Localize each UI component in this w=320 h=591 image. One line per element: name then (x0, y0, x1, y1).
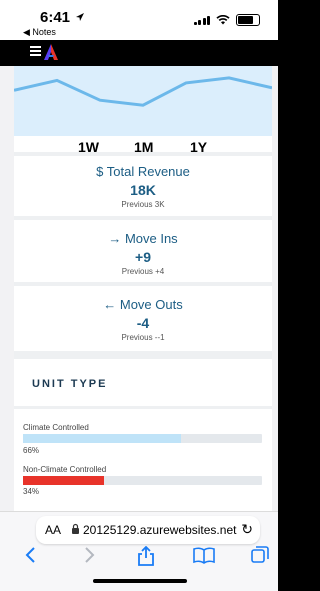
total-revenue-previous: Previous 3K (121, 200, 165, 209)
total-revenue-card: $ Total Revenue 18K Previous 3K (14, 164, 272, 209)
move-ins-card: → Move Ins +9 Previous +4 (14, 231, 272, 276)
location-arrow-icon (76, 13, 84, 21)
non-climate-controlled-bar-fill (23, 476, 105, 485)
hamburger-menu-icon[interactable] (30, 46, 41, 56)
url-text: 20125129.azurewebsites.net (83, 523, 237, 537)
section-gap (14, 351, 272, 359)
reload-icon[interactable]: ↻ (241, 521, 253, 538)
app-header (0, 40, 278, 66)
tabs-icon[interactable] (251, 546, 269, 564)
battery-icon (236, 14, 260, 26)
trend-area-fill (14, 77, 272, 136)
lock-icon (72, 523, 79, 534)
bookmarks-icon[interactable] (193, 546, 215, 564)
non-climate-controlled-bar (23, 476, 262, 485)
status-bar: 6:41 ◀ Notes (0, 0, 278, 40)
divider (14, 152, 272, 156)
total-revenue-value: 18K (130, 182, 156, 198)
move-ins-value: +9 (135, 249, 151, 265)
climate-controlled-bar (23, 434, 262, 443)
forward-arrow-icon[interactable] (82, 546, 96, 564)
total-revenue-label: Total Revenue (106, 164, 190, 179)
non-climate-controlled-percent: 34% (23, 487, 40, 496)
move-outs-value: -4 (136, 315, 150, 331)
move-outs-title: ← Move Outs (14, 297, 272, 312)
home-indicator (93, 579, 187, 583)
arrow-left-icon: ← (103, 297, 117, 312)
text-size-button[interactable]: AA (45, 523, 61, 537)
climate-controlled-bar-fill (23, 434, 181, 443)
unit-type-title: UNIT TYPE (32, 378, 108, 390)
revenue-trend-chart (14, 66, 272, 136)
move-ins-title: → Move Ins (14, 231, 272, 246)
app-logo (44, 44, 58, 60)
wifi-icon (216, 15, 230, 25)
divider (14, 406, 272, 409)
move-ins-previous: Previous +4 (121, 267, 165, 276)
move-outs-label: Move Outs (119, 297, 183, 312)
divider (14, 216, 272, 220)
total-revenue-title: $ Total Revenue (14, 164, 272, 179)
non-climate-controlled-label: Non-Climate Controlled (23, 465, 107, 474)
arrow-right-icon: → (108, 231, 122, 246)
move-outs-previous: Previous --1 (121, 333, 165, 342)
address-bar[interactable]: AA 20125129.azurewebsites.net ↻ (36, 516, 260, 544)
share-icon[interactable] (137, 546, 155, 566)
trend-chart-svg (14, 76, 272, 136)
back-arrow-icon[interactable] (24, 546, 38, 564)
move-outs-card: ← Move Outs -4 Previous --1 (14, 297, 272, 342)
dollar-icon: $ (96, 164, 104, 179)
status-icons (193, 14, 260, 26)
dashboard-content[interactable]: 1W 1M 1Y $ Total Revenue 18K Previous 3K… (14, 66, 272, 511)
back-to-notes-link[interactable]: ◀ Notes (23, 27, 56, 38)
climate-controlled-label: Climate Controlled (23, 423, 89, 432)
climate-controlled-percent: 66% (23, 446, 40, 455)
move-ins-label: Move Ins (124, 231, 178, 246)
phone-screen: 6:41 ◀ Notes 1W 1M 1Y $ Total Revenue 18… (0, 0, 278, 591)
divider (14, 282, 272, 286)
status-time: 6:41 (40, 9, 71, 26)
cellular-signal-icon (193, 15, 210, 25)
